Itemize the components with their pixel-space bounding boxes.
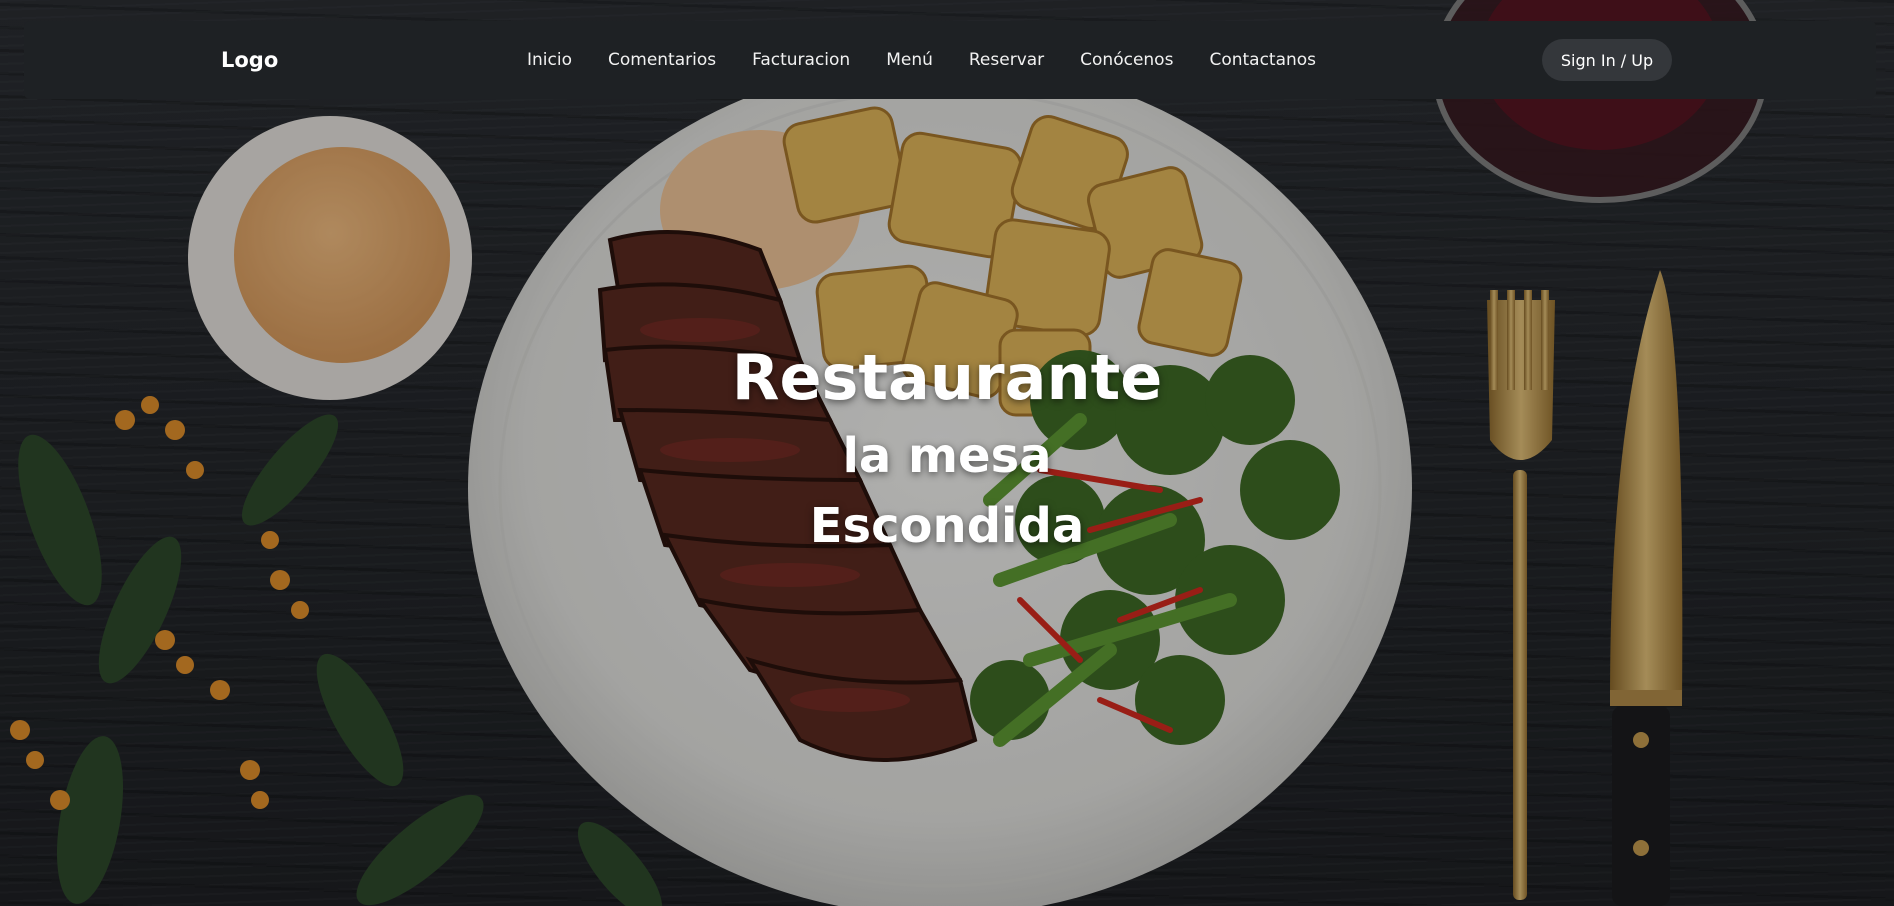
navbar: Logo Inicio Comentarios Facturacion Menú… bbox=[24, 21, 1876, 99]
hero-title: Restaurante la mesa Escondida bbox=[647, 336, 1247, 560]
sign-in-up-button[interactable]: Sign In / Up bbox=[1542, 39, 1672, 81]
nav-link-comentarios[interactable]: Comentarios bbox=[608, 50, 716, 70]
nav-links: Inicio Comentarios Facturacion Menú Rese… bbox=[527, 21, 1352, 99]
nav-link-inicio[interactable]: Inicio bbox=[527, 50, 572, 70]
nav-link-menu[interactable]: Menú bbox=[886, 50, 933, 70]
hero-title-line2: la mesa bbox=[842, 428, 1052, 484]
nav-link-facturacion[interactable]: Facturacion bbox=[752, 50, 850, 70]
nav-link-reservar[interactable]: Reservar bbox=[969, 50, 1044, 70]
nav-link-contactanos[interactable]: Contactanos bbox=[1209, 50, 1316, 70]
logo[interactable]: Logo bbox=[221, 21, 278, 99]
hero-title-line1: Restaurante bbox=[731, 341, 1163, 414]
hero-section: Logo Inicio Comentarios Facturacion Menú… bbox=[0, 0, 1894, 906]
nav-link-conocenos[interactable]: Conócenos bbox=[1080, 50, 1173, 70]
hero-title-line3: Escondida bbox=[809, 498, 1085, 554]
